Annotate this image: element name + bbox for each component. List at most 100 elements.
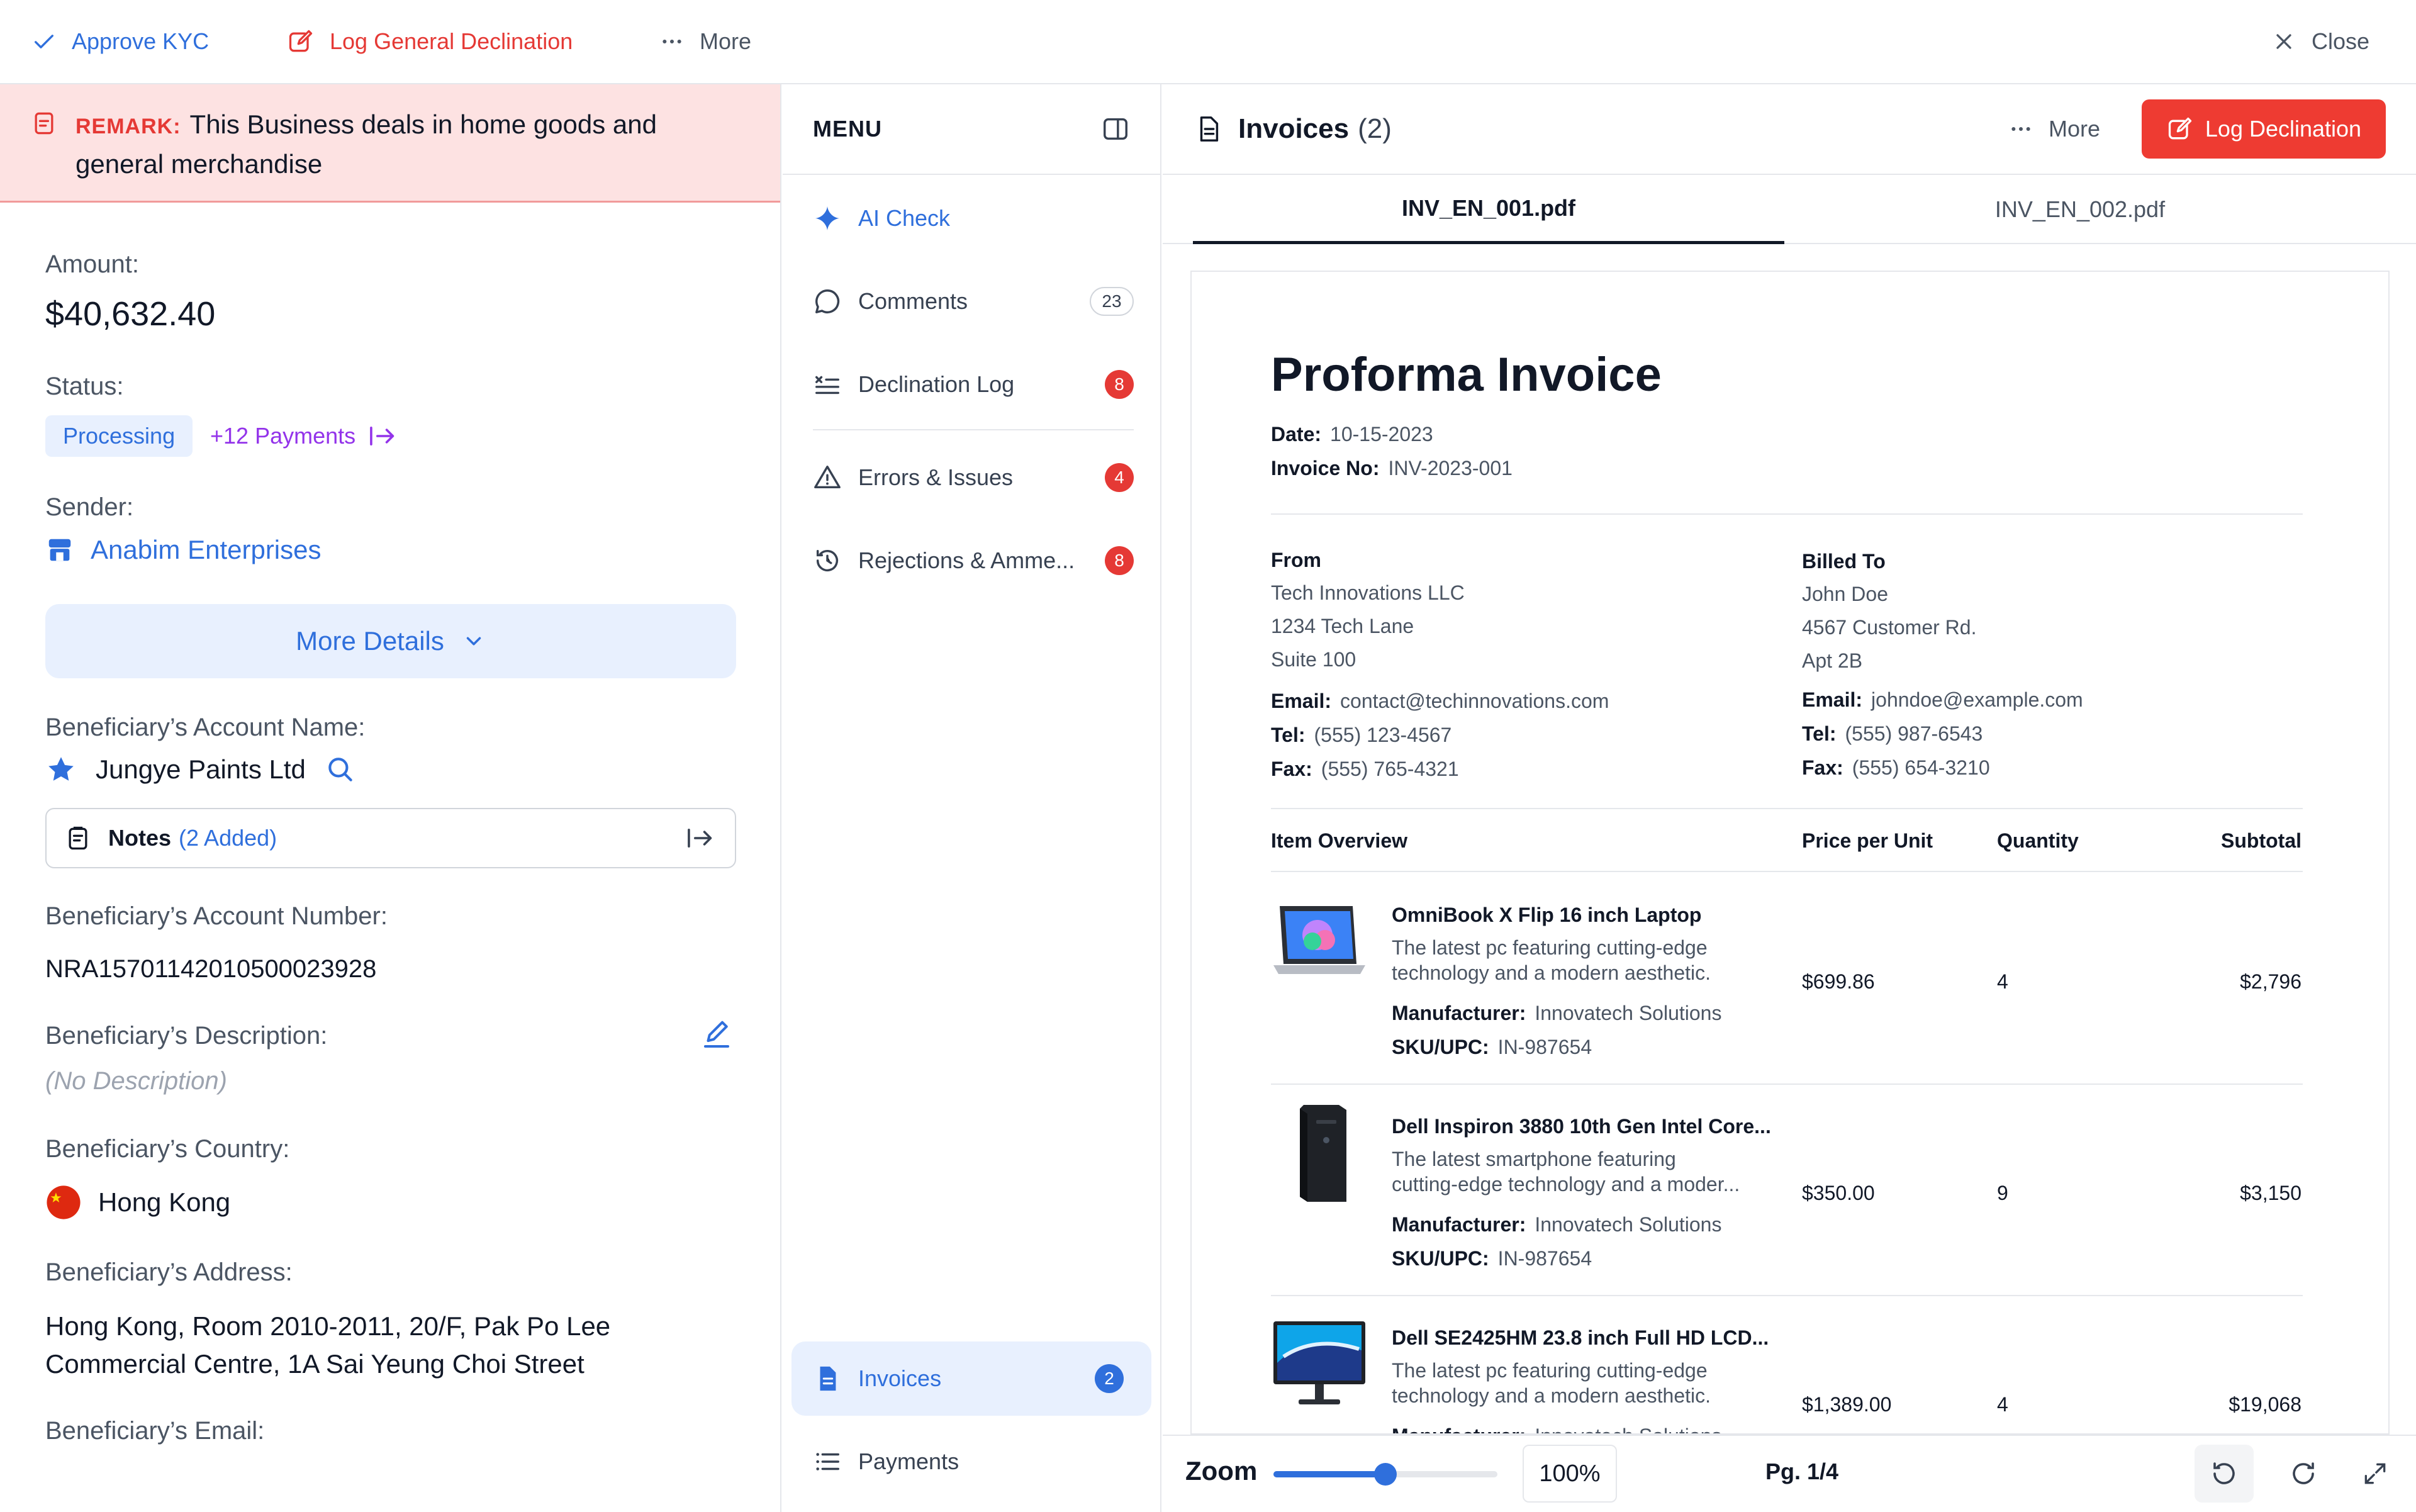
- item-subtotal: $2,796: [2240, 970, 2301, 993]
- item-name: Dell Inspiron 3880 10th Gen Intel Core..…: [1392, 1115, 1771, 1138]
- beneficiary-name-label: Beneficiary’s Account Name:: [45, 714, 366, 741]
- tab-inv-en-002[interactable]: INV_EN_002.pdf: [1784, 175, 2376, 244]
- beneficiary-description-value: (No Description): [45, 1067, 227, 1095]
- edit-icon: [2168, 117, 2192, 140]
- zoom-value-field[interactable]: 100%: [1523, 1445, 1617, 1503]
- sku-value: IN-987654: [1497, 1036, 1592, 1058]
- billed-to-fax-value: (555) 654-3210: [1852, 756, 1990, 779]
- approve-kyc-button[interactable]: Approve KYC: [31, 0, 209, 83]
- from-tel: Tel: (555) 123-4567: [1271, 724, 1451, 747]
- sender-link[interactable]: Anabim Enterprises: [45, 535, 322, 565]
- invoice-date-value: 10-15-2023: [1330, 423, 1433, 445]
- approve-kyc-label: Approve KYC: [72, 28, 210, 54]
- laptop-image: [1273, 906, 1365, 974]
- tab-inv-en-001[interactable]: INV_EN_001.pdf: [1193, 175, 1784, 244]
- menu-item-label: Invoices: [858, 1365, 942, 1391]
- divider: [1271, 1295, 2303, 1296]
- fullscreen-button[interactable]: [2346, 1445, 2405, 1503]
- payments-link-label: +12 Payments: [210, 423, 356, 449]
- document-outline-icon: [1200, 116, 1219, 142]
- edit-icon: [289, 30, 313, 52]
- declination-count-badge: 8: [1105, 370, 1134, 399]
- notes-row[interactable]: Notes (2 Added): [45, 808, 736, 868]
- transaction-details-panel: REMARK: This Business deals in home goods…: [0, 84, 781, 1512]
- beneficiary-address-line2: Commercial Centre, 1A Sai Yeung Choi Str…: [45, 1349, 584, 1379]
- rotate-left-button[interactable]: [2195, 1445, 2254, 1503]
- viewer-more-button[interactable]: More: [2008, 116, 2100, 142]
- beneficiary-country-value: Hong Kong: [98, 1187, 231, 1217]
- close-icon: [2276, 34, 2291, 49]
- item-description: technology and a modern aesthetic.: [1392, 1384, 1711, 1407]
- beneficiary-name-value: Jungye Paints Ltd: [96, 754, 306, 784]
- divider: [1271, 1084, 2303, 1085]
- log-declination-button[interactable]: Log Declination: [2142, 99, 2386, 159]
- clipboard-icon: [69, 826, 87, 850]
- sender-name: Anabim Enterprises: [91, 535, 322, 564]
- close-label: Close: [2312, 28, 2370, 54]
- item-quantity: 4: [1997, 970, 2008, 993]
- billed-to-line: John Doe: [1802, 583, 1888, 605]
- menu-item-payments[interactable]: Payments: [813, 1440, 1134, 1484]
- from-line: Suite 100: [1271, 648, 1356, 671]
- viewer-more-label: More: [2049, 116, 2101, 142]
- beneficiary-number-value: NRA15701142010500023928: [45, 955, 377, 983]
- billed-to-email-value: johndoe@example.com: [1871, 688, 2083, 711]
- menu-item-declination-log[interactable]: Declination Log 8: [813, 362, 1134, 406]
- more-button[interactable]: More: [659, 0, 751, 83]
- beneficiary-country-label: Beneficiary’s Country:: [45, 1135, 290, 1163]
- invoice-date-label: Date:: [1271, 423, 1322, 445]
- email-label: Email:: [1802, 688, 1863, 711]
- divider: [1271, 871, 2303, 872]
- item-name: OmniBook X Flip 16 inch Laptop: [1392, 904, 1702, 926]
- check-icon: [35, 35, 54, 48]
- item-manufacturer: Manufacturer: Innovatech Solutions: [1392, 1213, 1721, 1236]
- menu-item-comments[interactable]: Comments 23: [813, 279, 1134, 323]
- from-fax: Fax: (555) 765-4321: [1271, 758, 1459, 781]
- rotate-right-button[interactable]: [2274, 1445, 2333, 1503]
- sender-label: Sender:: [45, 493, 134, 521]
- monitor-image: [1273, 1321, 1365, 1404]
- pencil-icon[interactable]: [700, 1018, 734, 1052]
- item-manufacturer: Manufacturer: Innovatech Solutions: [1392, 1002, 1721, 1025]
- menu-item-ai-check[interactable]: AI Check: [813, 196, 1134, 240]
- zoom-slider-fill: [1273, 1471, 1385, 1477]
- menu-item-errors-issues[interactable]: Errors & Issues 4: [813, 456, 1134, 500]
- from-tel-value: (555) 123-4567: [1314, 724, 1452, 746]
- sku-label: SKU/UPC:: [1392, 1247, 1489, 1270]
- header-subtotal: Subtotal: [2221, 829, 2301, 852]
- beneficiary-description-label: Beneficiary’s Description:: [45, 1022, 328, 1050]
- note-icon: [30, 109, 58, 137]
- billed-to-line: Apt 2B: [1802, 649, 1863, 672]
- item-subtotal: $19,068: [2229, 1393, 2301, 1416]
- log-general-declination-label: Log General Declination: [330, 28, 573, 54]
- zoom-slider-thumb[interactable]: [1374, 1463, 1397, 1486]
- log-general-declination-button[interactable]: Log General Declination: [287, 0, 573, 83]
- menu-item-invoices[interactable]: Invoices 2: [813, 1357, 1134, 1401]
- viewer-title: Invoices: [1238, 113, 1350, 144]
- more-details-button[interactable]: More Details: [45, 604, 736, 678]
- beneficiary-number-label: Beneficiary’s Account Number:: [45, 902, 388, 930]
- menu-item-rejections[interactable]: Rejections & Amme... 8: [813, 539, 1134, 583]
- viewer-count: (2): [1358, 113, 1392, 144]
- invoice-title: Proforma Invoice: [1271, 348, 1662, 401]
- fax-label: Fax:: [1271, 758, 1312, 780]
- item-sku: SKU/UPC: IN-987654: [1392, 1247, 1592, 1270]
- zoom-slider[interactable]: [1273, 1463, 1497, 1486]
- invoice-number: Invoice No: INV-2023-001: [1271, 457, 1513, 480]
- item-quantity: 4: [1997, 1393, 2008, 1416]
- arrow-right-icon: [370, 427, 394, 445]
- header-item-overview: Item Overview: [1271, 829, 1407, 852]
- search-icon[interactable]: [325, 754, 356, 785]
- close-button[interactable]: Close: [2271, 0, 2369, 83]
- billed-to-line: 4567 Customer Rd.: [1802, 616, 1977, 639]
- sparkle-icon: [815, 206, 840, 231]
- sidebar-toggle-icon[interactable]: [1101, 115, 1130, 143]
- invoice-date: Date: 10-15-2023: [1271, 423, 1433, 446]
- log-declination-label: Log Declination: [2205, 116, 2362, 142]
- header-quantity: Quantity: [1997, 829, 2079, 852]
- item-sku: SKU/UPC: IN-987654: [1392, 1036, 1592, 1059]
- payments-link[interactable]: +12 Payments: [210, 415, 397, 457]
- action-bar: Approve KYC Log General Declination More…: [0, 0, 2416, 84]
- tab-label: INV_EN_002.pdf: [1994, 196, 2166, 222]
- menu-item-label: Comments: [858, 288, 968, 314]
